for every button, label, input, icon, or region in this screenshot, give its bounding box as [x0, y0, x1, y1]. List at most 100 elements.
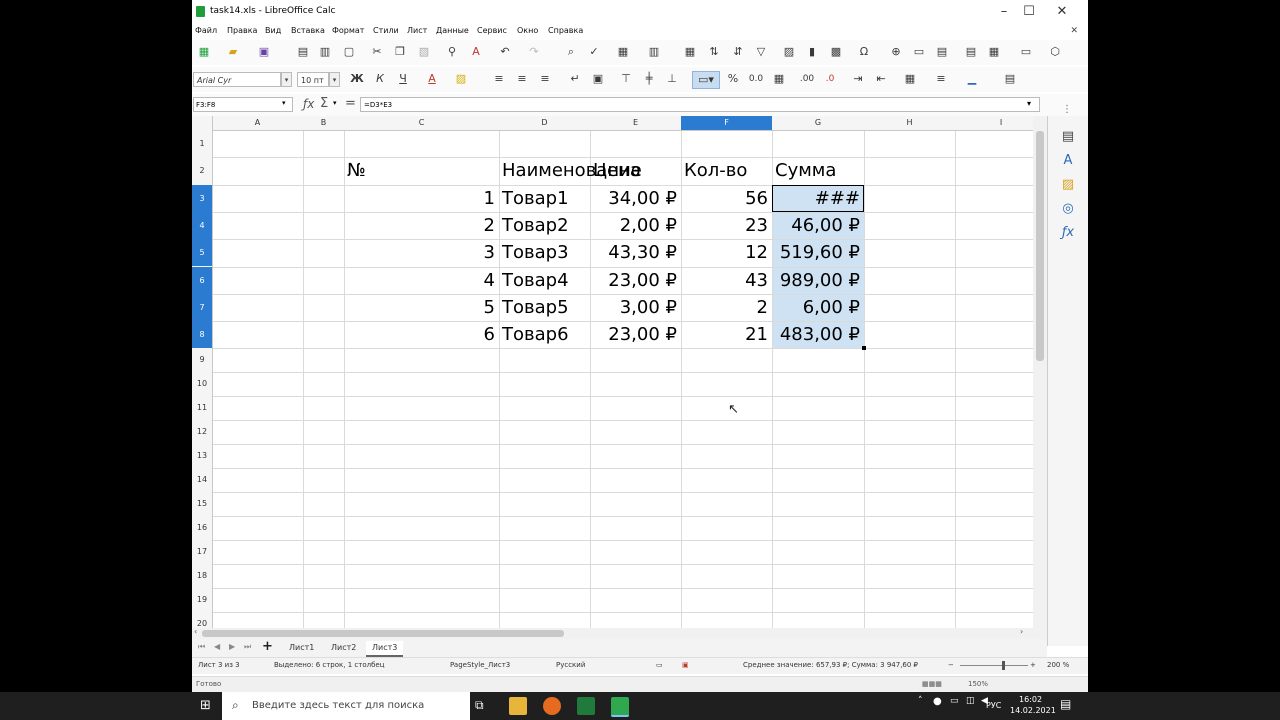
autofilter-icon[interactable]: ▽ — [753, 44, 769, 60]
align-bottom-icon[interactable]: ⊥ — [664, 71, 680, 87]
taskbar-search[interactable]: ⌕ Введите здесь текст для поиска — [222, 692, 470, 720]
column-header-H[interactable]: H — [864, 116, 955, 130]
zoom-out-icon[interactable]: − — [948, 661, 954, 669]
cell-number[interactable]: 1 — [344, 185, 495, 212]
split-window-icon[interactable]: ▭ — [1018, 44, 1034, 60]
row-header-1[interactable]: 1 — [192, 130, 212, 157]
header-sum[interactable]: Сумма — [775, 157, 864, 184]
cell-price[interactable]: 23,00 ₽ — [590, 267, 677, 294]
align-center-icon[interactable]: ≡ — [514, 71, 530, 87]
expand-formula-icon[interactable]: ▾ — [1027, 99, 1031, 108]
add-decimal-icon[interactable]: .00 — [799, 71, 815, 87]
status-language[interactable]: Русский — [556, 661, 585, 669]
column-header-F[interactable]: F — [681, 116, 772, 130]
pivot-table-icon[interactable]: ▩ — [828, 44, 844, 60]
cell-qty[interactable]: 56 — [681, 185, 768, 212]
menu-insert[interactable]: Вставка — [291, 26, 325, 35]
align-right-icon[interactable]: ≡ — [537, 71, 553, 87]
cell-price[interactable]: 43,30 ₽ — [590, 239, 677, 266]
header-name[interactable]: Наименование — [502, 157, 642, 184]
selection-mode-icon[interactable]: ▭ — [656, 661, 663, 669]
insert-chart-icon[interactable]: ▮ — [804, 44, 820, 60]
border-style-icon[interactable]: ≡ — [933, 71, 949, 87]
row-header-19[interactable]: 19 — [192, 588, 212, 612]
row-header-5[interactable]: 5 — [192, 239, 212, 267]
column-header-E[interactable]: E — [590, 116, 681, 130]
menu-file[interactable]: Файл — [195, 26, 217, 35]
maximize-button[interactable]: ☐ — [1014, 3, 1044, 21]
align-top-icon[interactable]: ⊤ — [618, 71, 634, 87]
cell-name[interactable]: Товар6 — [502, 321, 590, 348]
insert-image-icon[interactable]: ▨ — [781, 44, 797, 60]
active-cell-cursor[interactable] — [772, 184, 864, 212]
currency-format-icon[interactable]: ▭▾ — [692, 71, 720, 89]
menu-format[interactable]: Формат — [332, 26, 364, 35]
cut-icon[interactable]: ✂ — [369, 44, 385, 60]
redo-icon[interactable]: ↷ — [526, 44, 542, 60]
export-pdf-icon[interactable]: ▤ — [295, 44, 311, 60]
horizontal-scroll-thumb[interactable] — [202, 630, 564, 637]
header-price[interactable]: Цена — [593, 157, 681, 184]
font-size-dropdown[interactable]: ▾ — [329, 72, 340, 87]
font-color-icon[interactable]: A — [424, 71, 440, 87]
sheet-tab-2[interactable]: Лист2 — [325, 641, 362, 655]
highlight-color-icon[interactable]: ▨ — [453, 71, 469, 87]
formula-equals-icon[interactable]: = — [345, 96, 356, 111]
clock-time[interactable]: 16:02 — [1019, 695, 1042, 704]
undo-icon[interactable]: ↶ — [497, 44, 513, 60]
show-draw-functions-icon[interactable]: ⬡ — [1047, 44, 1063, 60]
notifications-icon[interactable]: ▤ — [1060, 697, 1071, 711]
header-number[interactable]: № — [347, 157, 499, 184]
sheet-tab-3[interactable]: Лист3 — [366, 641, 404, 657]
status-page-style[interactable]: PageStyle_Лист3 — [450, 661, 510, 669]
find-replace-icon[interactable]: ⌕ — [563, 44, 579, 60]
name-box[interactable]: F3:F8 — [193, 97, 293, 112]
cell-name[interactable]: Товар3 — [502, 239, 590, 266]
row-header-16[interactable]: 16 — [192, 516, 212, 540]
cell-sum[interactable]: 519,60 ₽ — [772, 239, 860, 266]
paste-icon[interactable]: ▧ — [416, 44, 432, 60]
font-size-field[interactable]: 10 пт — [297, 72, 329, 87]
merge-cells-icon[interactable]: ▣ — [590, 71, 606, 87]
font-name-field[interactable]: Arial Cyr — [193, 72, 281, 87]
cell-qty[interactable]: 2 — [681, 294, 768, 321]
open-folder-icon[interactable]: ▰ — [225, 44, 241, 60]
wrap-text-icon[interactable]: ↵ — [567, 71, 583, 87]
fill-handle[interactable] — [862, 346, 866, 351]
cell-price[interactable]: 23,00 ₽ — [590, 321, 677, 348]
row-icon[interactable]: ▦ — [615, 44, 631, 60]
add-sheet-icon[interactable]: + — [262, 639, 273, 654]
libreoffice-calc-taskbar-icon[interactable] — [611, 697, 629, 717]
tray-chevron-icon[interactable]: ˄ — [918, 696, 923, 706]
print-icon[interactable]: ▥ — [317, 44, 333, 60]
input-language[interactable]: РУС — [986, 701, 1001, 710]
last-sheet-icon[interactable]: ⏭ — [244, 642, 251, 652]
row-header-7[interactable]: 7 — [192, 293, 212, 322]
file-explorer-icon[interactable] — [509, 697, 527, 715]
battery-icon[interactable]: ▭ — [950, 696, 959, 706]
sort-icon[interactable]: ⇅ — [706, 44, 722, 60]
scroll-left-icon[interactable]: ‹ — [194, 627, 197, 636]
document-modified-icon[interactable]: ▣ — [682, 661, 689, 669]
menu-edit[interactable]: Правка — [227, 26, 257, 35]
menu-sheet[interactable]: Лист — [407, 26, 427, 35]
functions-icon[interactable]: ƒx — [1059, 224, 1077, 242]
menu-window[interactable]: Окно — [517, 26, 538, 35]
scroll-right-icon[interactable]: › — [1020, 627, 1023, 636]
row-header-18[interactable]: 18 — [192, 564, 212, 588]
align-middle-icon[interactable]: ╪ — [641, 71, 657, 87]
sort-descending-icon[interactable]: ⇵ — [730, 44, 746, 60]
row-header-20[interactable]: 20 — [192, 612, 212, 628]
header-qty[interactable]: Кол-во — [684, 157, 772, 184]
cell-qty[interactable]: 43 — [681, 267, 768, 294]
zoom-level[interactable]: 200 % — [1047, 661, 1069, 669]
cell-sum[interactable]: 46,00 ₽ — [772, 212, 860, 239]
cell-number[interactable]: 3 — [344, 239, 495, 266]
excel-icon[interactable] — [577, 697, 595, 715]
cell-sum[interactable]: 6,00 ₽ — [772, 294, 860, 321]
hyperlink-icon[interactable]: ⊕ — [888, 44, 904, 60]
percent-format-icon[interactable]: % — [725, 71, 741, 87]
horizontal-scrollbar[interactable]: ‹ › — [192, 627, 1047, 639]
prev-sheet-icon[interactable]: ◀ — [214, 642, 220, 651]
clock-date[interactable]: 14.02.2021 — [1010, 706, 1056, 715]
